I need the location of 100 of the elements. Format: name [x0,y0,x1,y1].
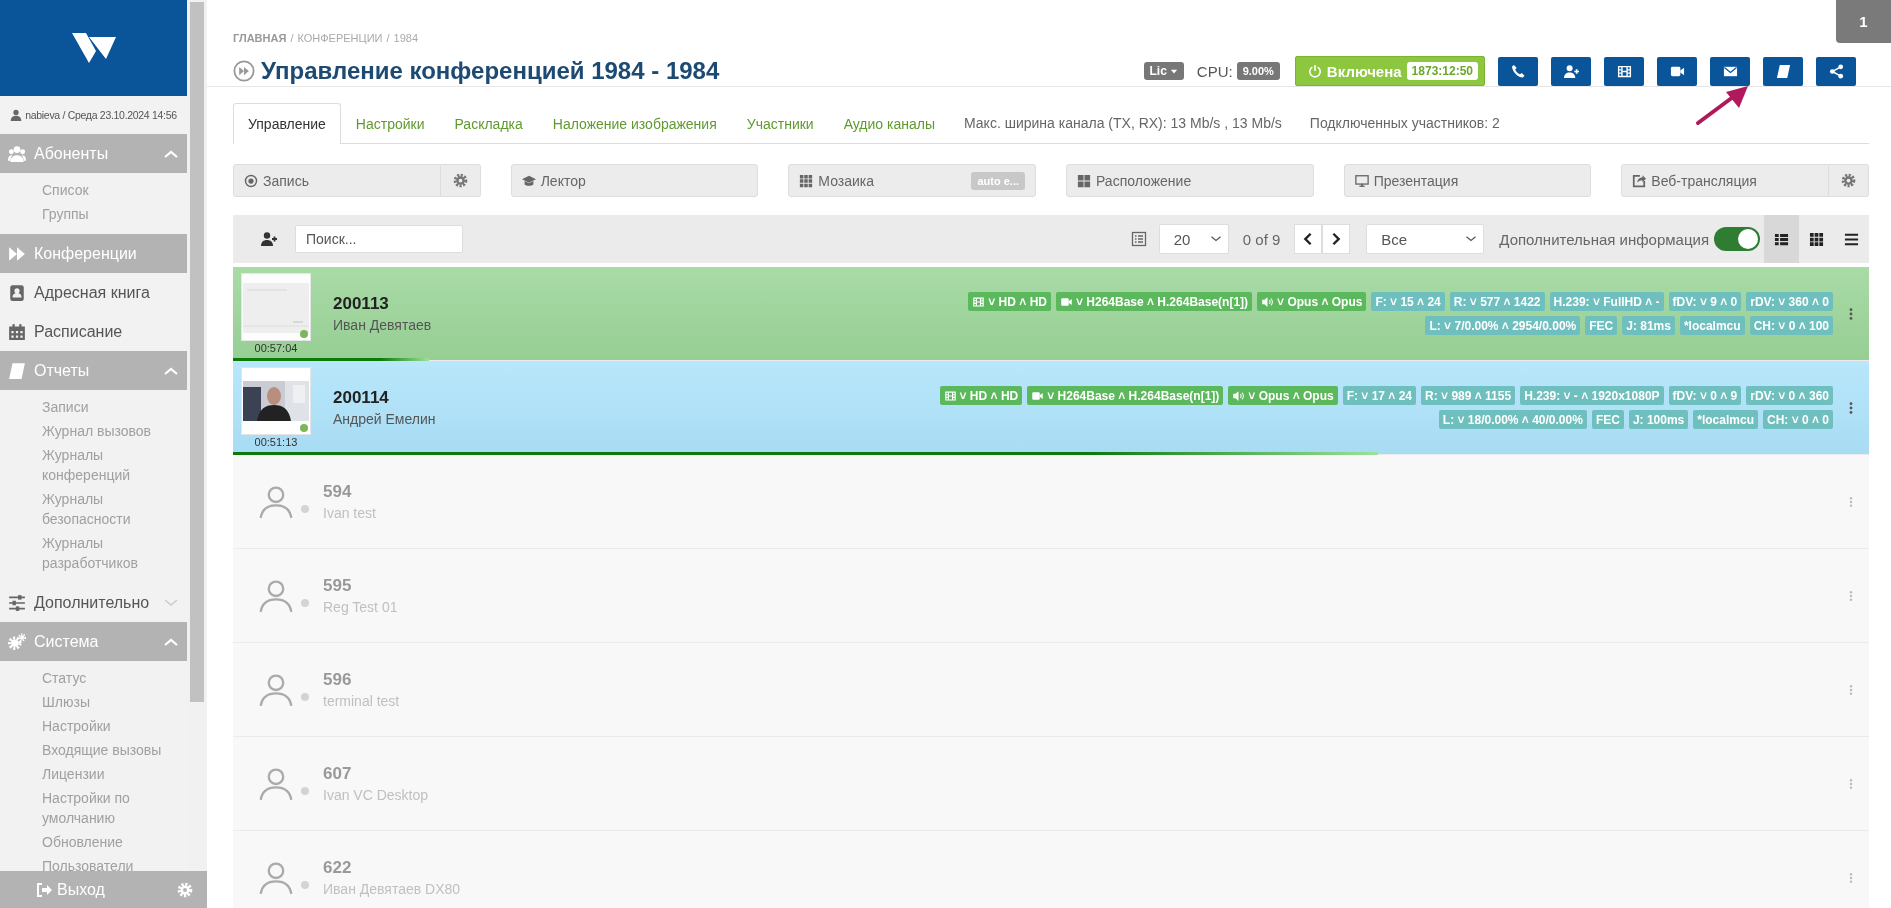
video-camera-icon [1059,295,1073,308]
control-button[interactable]: Презентация [1343,164,1592,197]
sidebar-item[interactable]: Записи [42,395,180,419]
sidebar-section[interactable]: Абоненты [0,134,187,173]
phone-button[interactable] [1498,56,1538,86]
next-page-button[interactable] [1322,224,1351,254]
notification-badge[interactable]: 1 [1836,0,1891,43]
toggle-switch[interactable] [1714,227,1760,251]
tab[interactable]: Наложение изображения [537,103,732,144]
avatar-icon [259,765,293,802]
sidebar-section[interactable]: Адресная книга [0,273,187,312]
add-participant-button[interactable] [261,231,277,247]
stat-badge: R: ˅ 577 ˄ 1422 [1449,292,1545,311]
sidebar-item[interactable]: Журналы конференций [42,443,180,487]
settings-button[interactable] [1829,164,1869,197]
tab[interactable]: Раскладка [439,103,538,144]
list-icon [1774,231,1789,247]
previous-page-button[interactable] [1294,224,1323,254]
settings-icon [452,173,468,188]
sidebar-section[interactable]: Дополнительно [0,583,187,622]
tab[interactable]: Управление [233,103,341,144]
monitor-icon [1354,173,1369,188]
filter-select[interactable]: Все [1366,224,1485,254]
participant-row[interactable]: 595 Reg Test 01 [233,549,1869,643]
stat-badge: CH: ˅ 0 ˄ 100 [1749,316,1833,335]
tab[interactable]: Участники [731,103,829,144]
stat-badge: *localmcu [1679,316,1745,335]
sidebar-item[interactable]: Пользователи [42,854,180,871]
power-button[interactable]: Включена 1873:12:50 [1294,56,1485,86]
participant-row[interactable]: 607 Ivan VC Desktop [233,737,1869,831]
logout-button[interactable]: Выход [36,880,105,899]
participant-row[interactable]: 594 Ivan test [233,455,1869,549]
info-text: Макс. ширина канала (TX, RX): 13 Mb/s , 13 Mb/s [963,114,1283,133]
stat-badge: ˅ Opus ˄ Opus [1257,292,1367,311]
participant-row[interactable] [233,361,1869,455]
power-icon [1307,64,1322,78]
add-user-button[interactable] [1551,56,1591,86]
settings-icon [1841,173,1856,188]
stat-badge: fDV: ˅ 9 ˄ 0 [1668,292,1742,311]
uptime-badge: 1873:12:50 [1406,62,1478,80]
participant-name: Андрей Емелин [333,411,436,427]
stat-badge: ˅ Opus ˄ Opus [1228,386,1338,405]
page-title: Управление конференцией 1984 - 1984 [261,57,720,85]
info-text: Подключенных участников: 2 [1308,114,1501,133]
license-dropdown[interactable]: Lic [1144,62,1184,80]
stat-badge: L: ˅ 7/0.00% ˄ 2954/0.00% [1425,316,1581,335]
message-button[interactable] [1710,56,1750,86]
sidebar-item[interactable]: Журнал вызовов [42,419,180,443]
share-button[interactable] [1816,56,1856,86]
sidebar-item[interactable]: Настройки [42,714,180,738]
page-size-select[interactable]: 20 [1158,224,1229,254]
sidebar-section[interactable]: Конференции [0,234,187,273]
breadcrumb-link[interactable]: ГЛАВНАЯ [233,32,287,44]
list-icon [1130,231,1147,247]
participant-name: Иван Девятаев [333,317,432,333]
logo-icon [71,33,116,63]
participant-name: Иван Девятаев DX80 [323,881,461,897]
sidebar-item[interactable]: Статус [42,666,180,690]
stat-badge: L: ˅ 18/0.00% ˄ 40/0.00% [1438,410,1587,429]
users-icon [8,144,26,163]
stat-badge: fDV: ˅ 0 ˄ 9 [1668,386,1742,405]
menu-icon [1844,231,1859,247]
user-info: nabieva / Среда 23.10.2024 14:56 [25,109,177,121]
settings-button[interactable] [440,164,481,197]
search-field[interactable]: Поиск... [295,225,463,253]
sidebar-item[interactable]: Лицензии [42,762,180,786]
sidebar-item[interactable]: Шлюзы [42,690,180,714]
tab[interactable]: Настройки [340,103,440,144]
logout-icon [36,881,52,898]
share-square-icon [1632,173,1647,188]
cpu-label: CPU: [1196,62,1233,80]
sidebar-item[interactable]: Список [42,178,180,202]
sidebar-item[interactable]: Журналы разработчиков [42,531,180,575]
participant-row[interactable]: 622 Иван Девятаев DX80 [233,831,1869,908]
avatar-icon [259,483,293,520]
film-button[interactable] [1604,56,1644,86]
control-button[interactable]: Веб-трансляция [1621,164,1829,197]
sidebar-item[interactable]: Входящие вызовы [42,738,180,762]
sidebar-item[interactable]: Настройки по умолчанию [42,786,180,830]
breadcrumb-separator: / [290,32,294,44]
list-view-button[interactable] [1764,215,1799,263]
sidebar-item[interactable]: Группы [42,202,180,226]
sidebar-item[interactable]: Журналы безопасности [42,487,180,531]
sidebar-section[interactable]: Расписание [0,312,187,351]
sidebar-item[interactable]: Обновление [42,830,180,854]
stat-badge: F: ˅ 15 ˄ 24 [1371,292,1445,311]
book-button[interactable] [1763,56,1803,86]
avatar-icon [259,577,293,614]
film-icon [943,389,957,402]
video-button[interactable] [1657,56,1697,86]
control-button[interactable]: Запись [233,164,441,197]
participant-name: Ivan VC Desktop [323,787,429,803]
sidebar-section[interactable]: Система [0,622,187,661]
control-button[interactable]: Расположение [1066,164,1314,197]
phone-icon [1510,63,1526,79]
control-button[interactable]: Лектор [510,164,759,197]
sidebar-section[interactable]: Отчеты [0,351,187,390]
tab[interactable]: Аудио каналы [828,103,950,144]
participant-row[interactable]: 596 terminal test [233,643,1869,737]
breadcrumb-link[interactable]: КОНФЕРЕНЦИИ [297,32,383,44]
